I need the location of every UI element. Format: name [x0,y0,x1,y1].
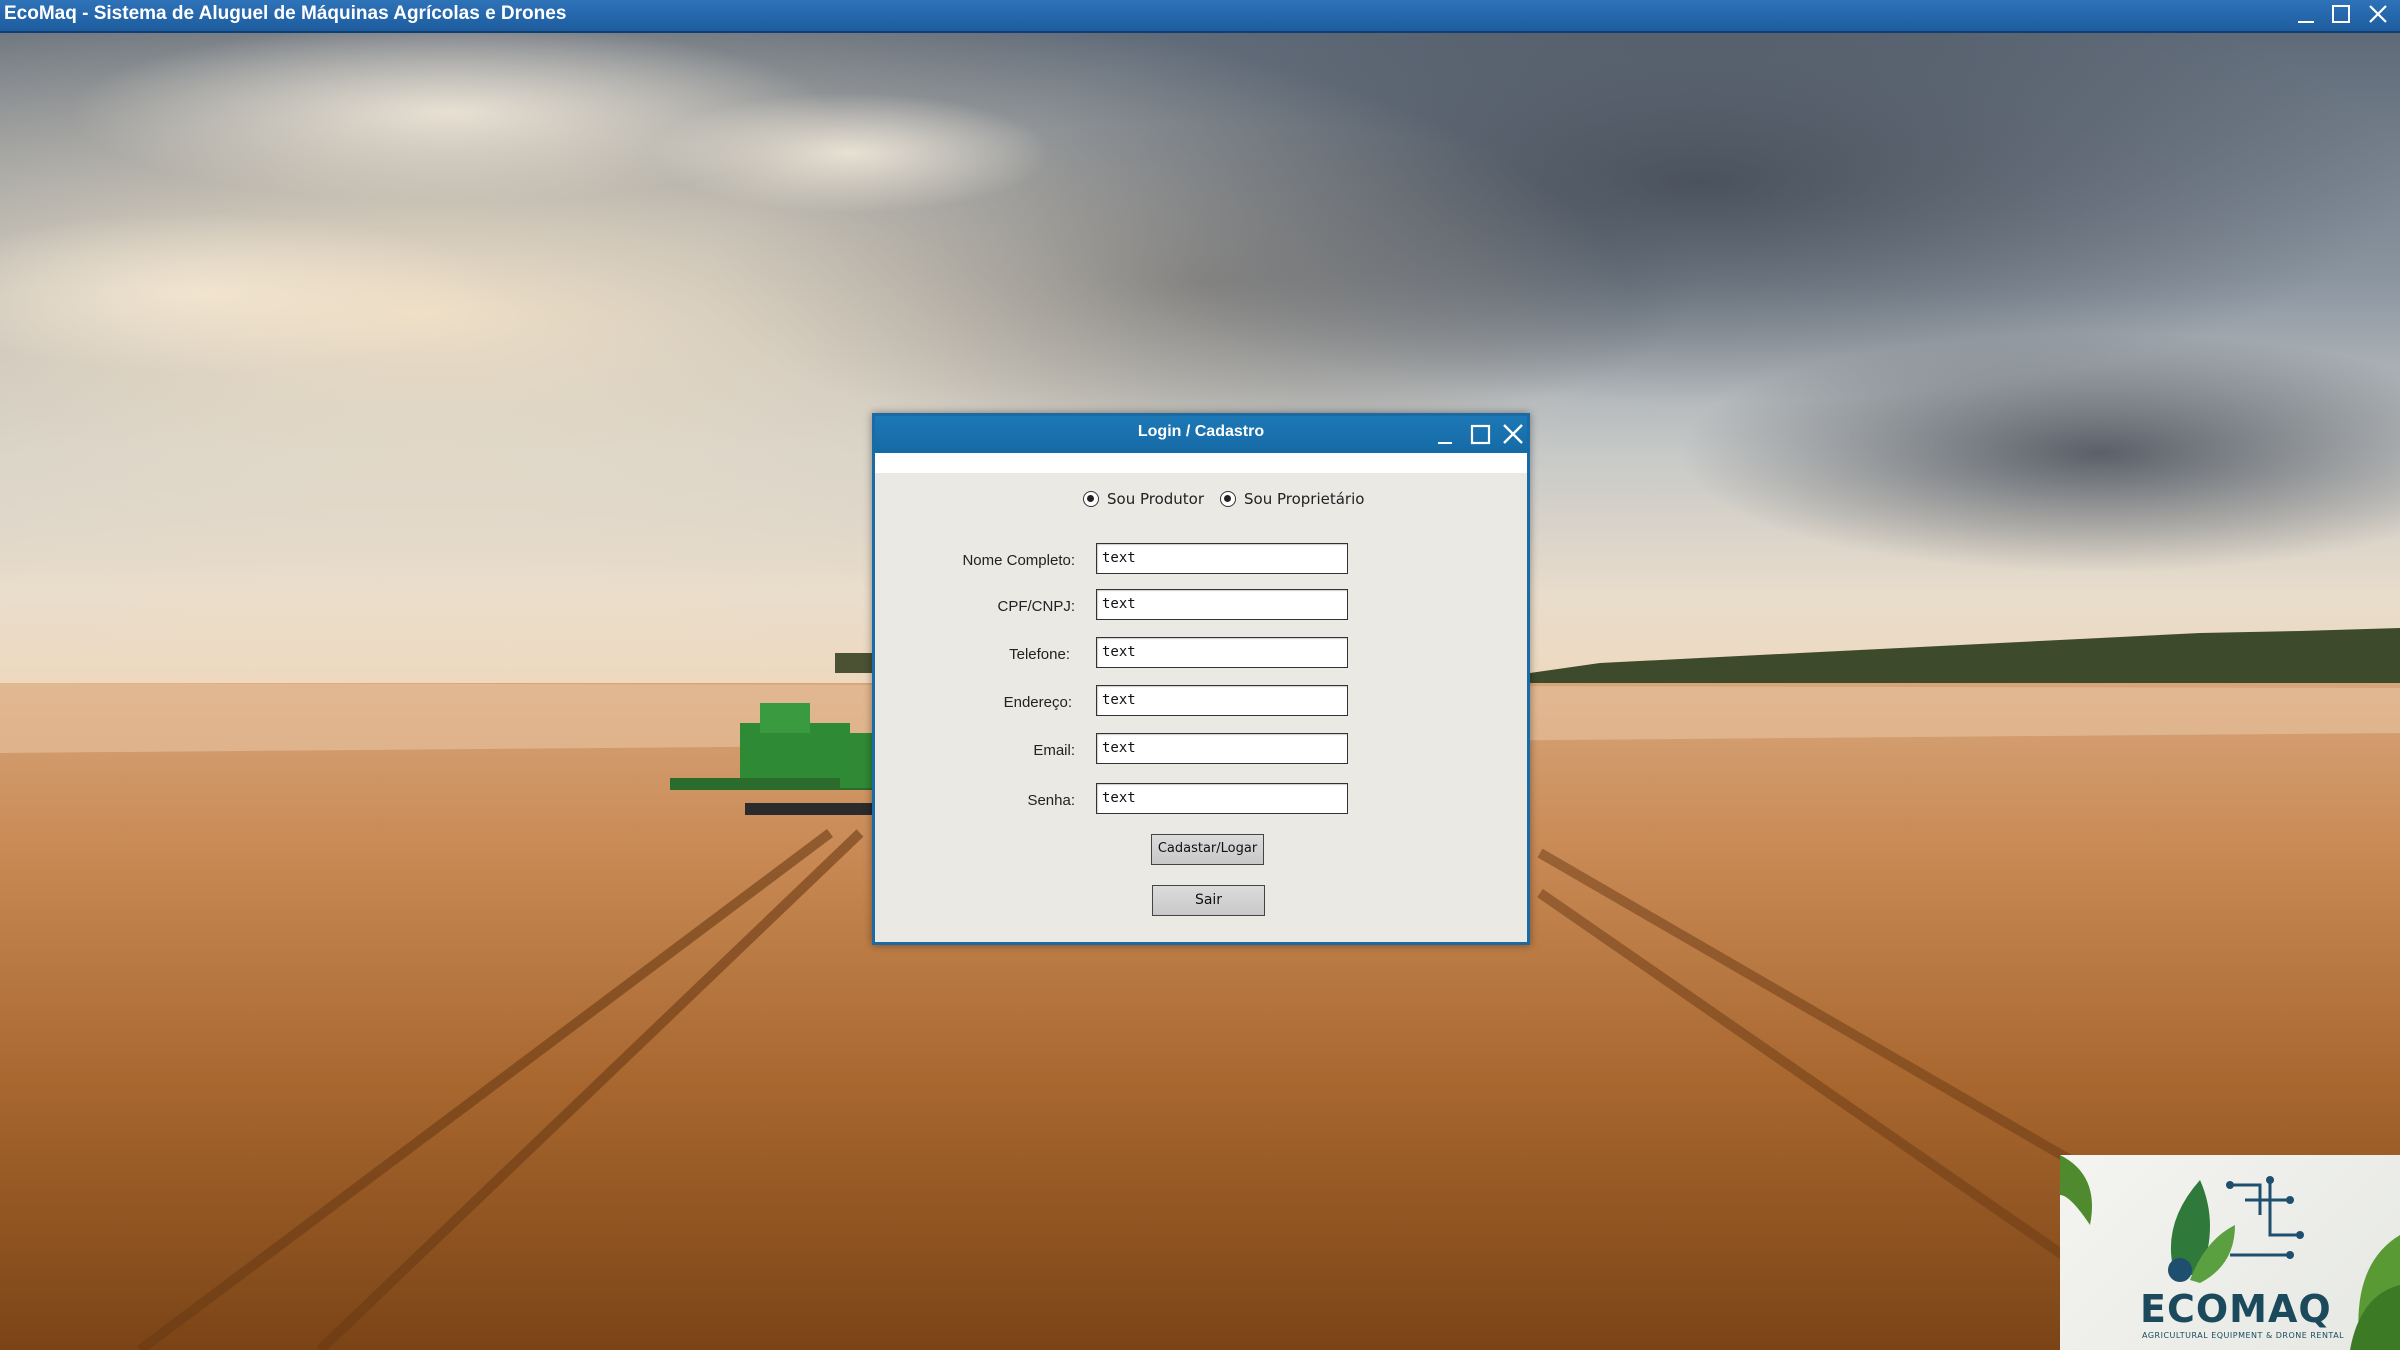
telefone-input[interactable]: text [1096,637,1348,668]
nome-completo-input[interactable]: text [1096,543,1348,574]
radio-sou-proprietario[interactable]: Sou Proprietário [1220,490,1364,508]
cpf-cnpj-label: CPF/CNPJ: [997,598,1075,615]
nome-completo-label: Nome Completo: [962,552,1075,569]
dialog-titlebar: Login / Cadastro [875,416,1527,453]
logo-tagline: AGRICULTURAL EQUIPMENT & DRONE RENTAL [2142,1331,2345,1340]
close-icon[interactable] [1499,421,1527,449]
minimize-icon[interactable] [1431,421,1459,449]
ecomaq-logo: ECOMAQ AGRICULTURAL EQUIPMENT & DRONE RE… [2060,1155,2400,1350]
endereco-input[interactable]: text [1096,685,1348,716]
cadastrar-logar-button[interactable]: Cadastar/Logar [1151,834,1264,865]
senha-input[interactable]: text [1096,783,1348,814]
dialog-header-bar [875,453,1527,473]
maximize-icon[interactable] [2328,2,2354,28]
cpf-cnpj-input[interactable]: text [1096,589,1348,620]
radio-label: Sou Proprietário [1244,490,1365,508]
login-dialog: Login / Cadastro Sou Produtor Sou Propri… [872,413,1530,945]
email-input[interactable]: text [1096,733,1348,764]
close-icon[interactable] [2365,2,2391,28]
logo-wordmark: ECOMAQ [2140,1287,2332,1331]
minimize-icon[interactable] [2293,2,2319,28]
telefone-label: Telefone: [1009,646,1070,663]
window-title: EcoMaq - Sistema de Aluguel de Máquinas … [4,3,567,24]
endereco-label: Endereço: [1003,694,1072,711]
radio-selected-icon[interactable] [1083,491,1099,507]
email-label: Email: [1033,742,1075,759]
sair-button[interactable]: Sair [1152,885,1265,916]
radio-sou-produtor[interactable]: Sou Produtor [1083,490,1204,508]
dialog-title: Login / Cadastro [1137,423,1265,440]
maximize-icon[interactable] [1466,421,1494,449]
radio-selected-icon[interactable] [1220,491,1236,507]
main-titlebar: EcoMaq - Sistema de Aluguel de Máquinas … [0,0,2400,33]
senha-label: Senha: [1027,792,1075,809]
radio-label: Sou Produtor [1107,490,1205,508]
